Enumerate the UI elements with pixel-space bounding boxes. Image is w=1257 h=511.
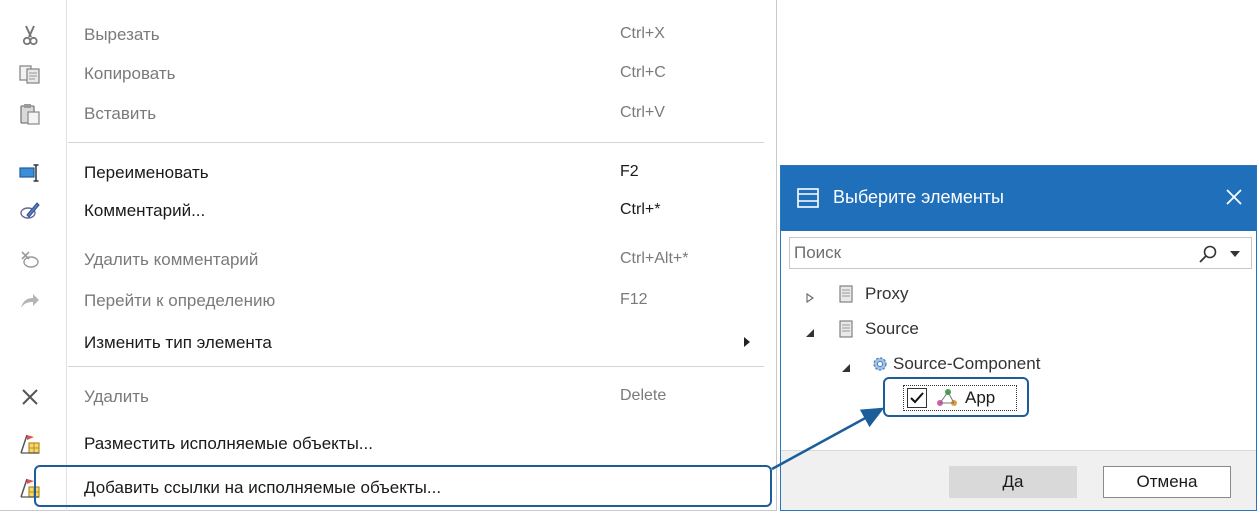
element-tree: Proxy Source Source-Component xyxy=(789,269,1252,449)
server-icon xyxy=(837,320,855,338)
remove-comment-icon xyxy=(18,248,42,272)
menu-item-change-type[interactable]: Изменить тип элемента xyxy=(0,325,777,361)
dialog-titlebar: Выберите элементы xyxy=(781,166,1256,231)
menu-item-deploy-artifacts[interactable]: Разместить исполняемые объекты... xyxy=(0,426,777,462)
tree-node-label: Proxy xyxy=(865,284,909,303)
menu-item-cut[interactable]: Вырезать Ctrl+X xyxy=(0,17,777,53)
app-checkbox[interactable] xyxy=(907,388,927,408)
menu-item-shortcut: Ctrl+Alt+* xyxy=(620,250,689,267)
menu-item-shortcut: Ctrl+X xyxy=(620,25,665,42)
expand-icon[interactable] xyxy=(805,290,815,304)
dialog-title: Выберите элементы xyxy=(833,187,1004,207)
component-gear-icon xyxy=(871,355,889,373)
menu-item-label: Удалить комментарий xyxy=(84,250,259,269)
comment-pencil-icon xyxy=(18,199,42,223)
search-dropdown-icon[interactable] xyxy=(1230,251,1240,257)
delete-x-icon xyxy=(18,385,42,409)
deploy-artifacts-icon xyxy=(18,432,42,456)
menu-item-label: Вставить xyxy=(84,104,157,123)
menu-item-label: Разместить исполняемые объекты... xyxy=(84,434,373,453)
menu-item-label: Изменить тип элемента xyxy=(84,333,272,352)
menu-item-shortcut: Delete xyxy=(620,387,667,404)
menu-item-label: Удалить xyxy=(84,387,149,406)
menu-item-label: Перейти к определению xyxy=(84,291,276,310)
copy-icon xyxy=(18,62,42,86)
menu-item-delete[interactable]: Удалить Delete xyxy=(0,379,777,415)
search-icon[interactable] xyxy=(1198,244,1218,264)
menu-item-shortcut: Ctrl+* xyxy=(620,201,661,218)
tree-node-label: Source-Component xyxy=(893,354,1041,373)
goto-arrow-icon xyxy=(18,289,42,313)
menu-item-shortcut: Ctrl+V xyxy=(620,104,665,121)
menu-item-label: Вырезать xyxy=(84,25,160,44)
scissors-icon xyxy=(18,23,42,47)
menu-item-shortcut: F12 xyxy=(620,291,648,308)
highlight-frame xyxy=(34,465,772,507)
tree-node-proxy[interactable]: Proxy xyxy=(789,281,1089,309)
tree-node-label: Source xyxy=(865,319,919,338)
menu-item-remove-comment[interactable]: Удалить комментарий Ctrl+Alt+* xyxy=(0,242,777,278)
collapse-icon[interactable] xyxy=(841,360,851,372)
menu-item-comment[interactable]: Комментарий... Ctrl+* xyxy=(0,193,777,229)
menu-item-goto-definition[interactable]: Перейти к определению F12 xyxy=(0,283,777,319)
cancel-button[interactable]: Отмена xyxy=(1103,466,1231,498)
app-artifact-icon xyxy=(935,388,959,408)
menu-item-label: Переименовать xyxy=(84,163,209,182)
collapse-icon[interactable] xyxy=(805,325,815,337)
menu-item-rename[interactable]: Переименовать F2 xyxy=(0,155,777,191)
menu-item-shortcut: F2 xyxy=(620,163,639,180)
tree-node-source-component[interactable]: Source-Component xyxy=(789,351,1119,379)
ok-button[interactable]: Да xyxy=(949,466,1077,498)
submenu-arrow-icon xyxy=(744,337,750,347)
search-input[interactable] xyxy=(794,241,1174,265)
menu-item-shortcut: Ctrl+C xyxy=(620,64,666,81)
select-elements-dialog: Выберите элементы Поиск Proxy Source Sou… xyxy=(780,165,1257,511)
menu-separator xyxy=(68,142,764,143)
menu-item-copy[interactable]: Копировать Ctrl+C xyxy=(0,56,777,92)
rename-icon xyxy=(18,161,42,185)
close-icon[interactable] xyxy=(1221,184,1247,210)
server-icon xyxy=(837,285,855,303)
tree-node-label: App xyxy=(965,388,996,407)
menu-item-label: Комментарий... xyxy=(84,201,206,220)
menu-separator xyxy=(68,366,764,367)
menu-item-paste[interactable]: Вставить Ctrl+V xyxy=(0,96,777,132)
context-menu: Вырезать Ctrl+X Копировать Ctrl+C Встави… xyxy=(0,0,777,511)
menu-item-label: Копировать xyxy=(84,64,176,83)
dialog-window-icon xyxy=(797,188,819,208)
tree-node-source[interactable]: Source xyxy=(789,316,1089,344)
search-box xyxy=(789,237,1252,269)
paste-icon xyxy=(18,102,42,126)
dialog-footer: Да Отмена xyxy=(781,450,1256,510)
